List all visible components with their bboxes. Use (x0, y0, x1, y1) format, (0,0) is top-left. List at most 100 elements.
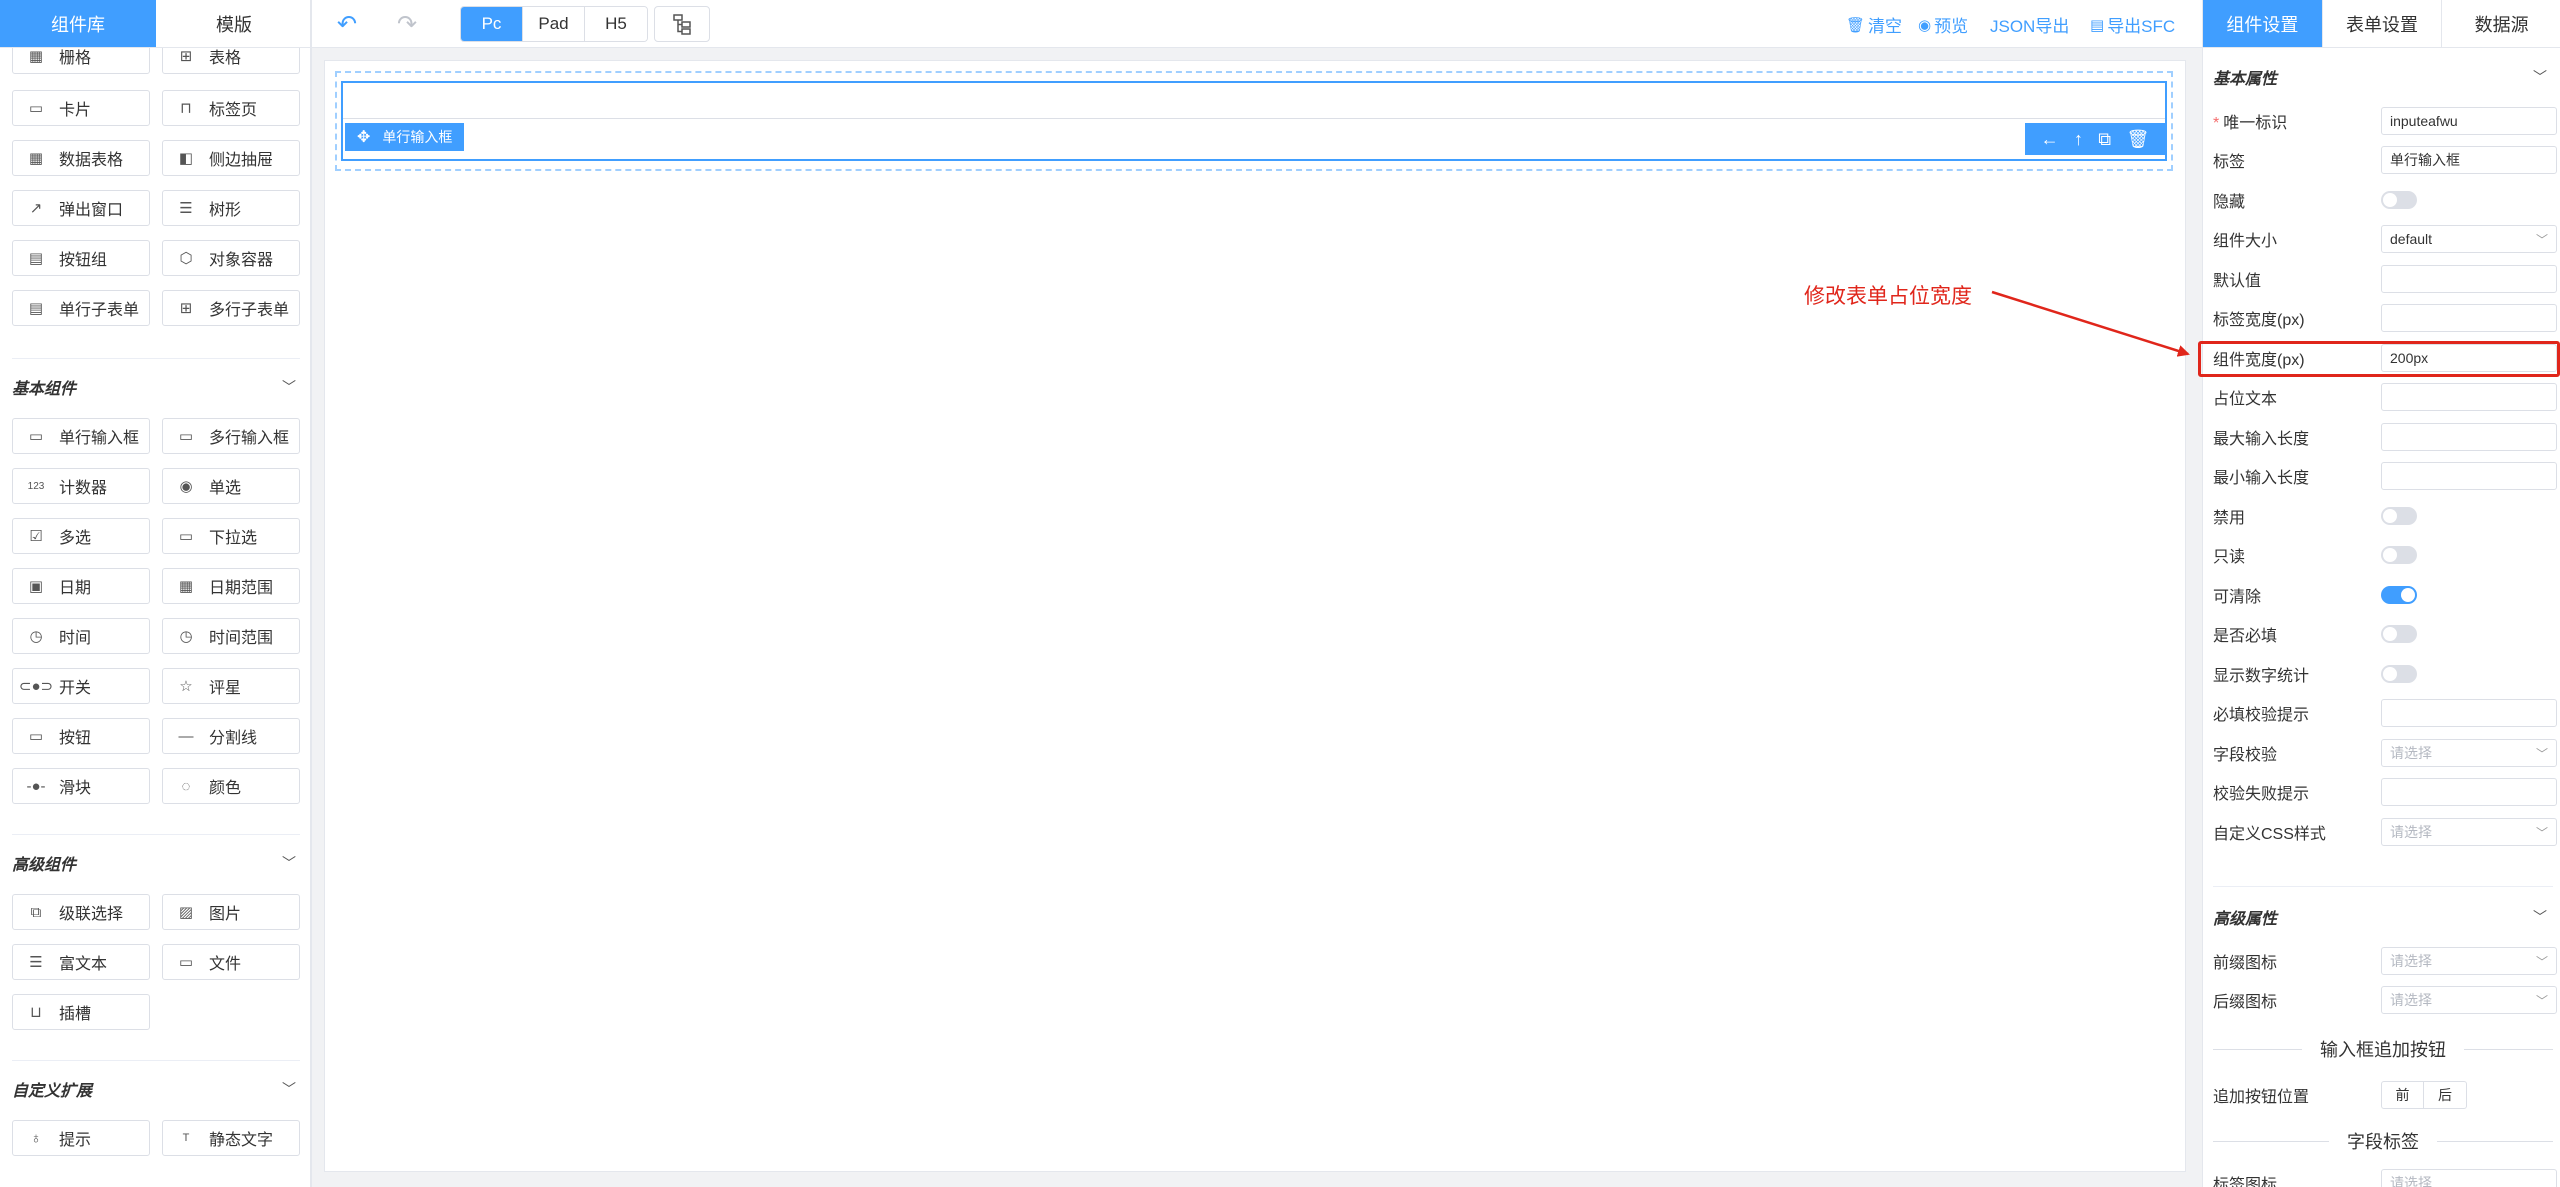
widget-dropzone[interactable]: ✥ 单行输入框 ← ↑ ⧉ 🗑 (335, 71, 2173, 171)
field-validation-select[interactable]: 请选择 ﹀ (2381, 739, 2557, 767)
comp-rate[interactable]: ☆ 评星 (162, 668, 300, 704)
group-title-custom[interactable]: 自定义扩展 ﹀ (12, 1074, 302, 1104)
comp-grid-layout[interactable]: ▦ 栅格 (12, 48, 150, 74)
append-position-back[interactable]: 后 (2424, 1082, 2466, 1108)
show-count-switch[interactable] (2381, 665, 2417, 683)
select-parent-icon[interactable]: ← (2041, 129, 2059, 150)
comp-tabs[interactable]: ⊓ 标签页 (162, 90, 300, 126)
tab-component-library[interactable]: 组件库 (0, 0, 156, 47)
clearable-switch[interactable] (2381, 586, 2417, 604)
comp-button-group[interactable]: ▤ 按钮组 (12, 240, 150, 276)
component-list[interactable]: ▦ 栅格 ⊞ 表格 ▭ 卡片 ⊓ 标签页 ▦ 数据表格 ◧ 侧边抽屉 ↗ 弹出窗口 ☰ 树形 ▤… (0, 48, 310, 1187)
comp-drawer[interactable]: ◧ 侧边抽屉 (162, 140, 300, 176)
comp-time[interactable]: ◷ 时间 (12, 618, 150, 654)
eye-icon: ◉ (1918, 16, 1932, 34)
prefix-icon-select[interactable]: 请选择 ﹀ (2381, 947, 2557, 975)
comp-slider[interactable]: -●- 滑块 (12, 768, 150, 804)
comp-slot[interactable]: ⊔ 插槽 (12, 994, 150, 1030)
comp-multi-subform[interactable]: ⊞ 多行子表单 (162, 290, 300, 326)
tab-form-settings[interactable]: 表单设置 (2323, 0, 2443, 47)
drawer-icon: ◧ (178, 150, 194, 167)
group-title-basic[interactable]: 基本组件 ﹀ (12, 372, 302, 402)
json-export-button[interactable]: JSON导出 (1990, 12, 2069, 37)
tag-icon-select[interactable]: 请选择 (2381, 1169, 2557, 1187)
size-select[interactable]: default ﹀ (2381, 225, 2557, 253)
comp-number[interactable]: 123 计数器 (12, 468, 150, 504)
comp-card[interactable]: ▭ 卡片 (12, 90, 150, 126)
required-message-input[interactable] (2381, 699, 2557, 727)
hidden-switch[interactable] (2381, 191, 2417, 209)
device-pc[interactable]: Pc (461, 7, 523, 41)
section-basic-props[interactable]: 基本属性 ﹀ (2213, 62, 2553, 92)
comp-divider[interactable]: — 分割线 (162, 718, 300, 754)
placeholder-input[interactable] (2381, 383, 2557, 411)
comp-checkbox[interactable]: ☑ 多选 (12, 518, 150, 554)
dialog-icon: ↗ (29, 200, 43, 217)
disabled-switch[interactable] (2381, 507, 2417, 525)
comp-table[interactable]: ⊞ 表格 (162, 48, 300, 74)
comp-date-range[interactable]: ▦ 日期范围 (162, 568, 300, 604)
component-tree-button[interactable] (654, 6, 710, 42)
comp-tip[interactable]: ♁ 提示 (12, 1120, 150, 1156)
comp-switch[interactable]: ⊂●⊃ 开关 (12, 668, 150, 704)
document-icon: ▤ (2090, 16, 2105, 34)
left-tabs: 组件库 模版 (0, 0, 310, 48)
data-table-icon: ▦ (28, 150, 44, 167)
undo-icon[interactable]: ↶ (332, 10, 362, 38)
custom-css-select[interactable]: 请选择 ﹀ (2381, 818, 2557, 846)
readonly-switch[interactable] (2381, 546, 2417, 564)
comp-static-text[interactable]: T 静态文字 (162, 1120, 300, 1156)
comp-time-range[interactable]: ◷ 时间范围 (162, 618, 300, 654)
max-length-input[interactable] (2381, 423, 2557, 451)
suffix-icon-select[interactable]: 请选择 ﹀ (2381, 986, 2557, 1014)
clear-button[interactable]: 🗑 清空 (1846, 12, 1902, 37)
min-length-input[interactable] (2381, 462, 2557, 490)
delete-icon[interactable]: 🗑 (2126, 129, 2149, 150)
preview-button[interactable]: ◉ 预览 (1918, 12, 1968, 37)
sfc-export-button[interactable]: ▤ 导出SFC (2090, 12, 2175, 37)
comp-radio[interactable]: ◉ 单选 (162, 468, 300, 504)
comp-file[interactable]: ▭ 文件 (162, 944, 300, 980)
copy-icon[interactable]: ⧉ (2098, 129, 2111, 150)
prop-max-length: 最大输入长度 (2213, 422, 2557, 452)
form-canvas[interactable]: ✥ 单行输入框 ← ↑ ⧉ 🗑 (324, 60, 2186, 1172)
tab-component-settings[interactable]: 组件设置 (2203, 0, 2323, 47)
prop-required: 是否必填 (2213, 619, 2553, 649)
label-input[interactable]: 单行输入框 (2381, 146, 2557, 174)
device-h5[interactable]: H5 (585, 7, 647, 41)
comp-object-container[interactable]: ⬡ 对象容器 (162, 240, 300, 276)
move-up-icon[interactable]: ↑ (2074, 129, 2083, 150)
prop-show-count: 显示数字统计 (2213, 659, 2553, 689)
selected-widget-input[interactable]: ✥ 单行输入框 ← ↑ ⧉ 🗑 (341, 81, 2167, 161)
device-pad[interactable]: Pad (523, 7, 585, 41)
chevron-down-icon: ﹀ (2533, 69, 2547, 85)
comp-image[interactable]: ▨ 图片 (162, 894, 300, 930)
group-title-advanced[interactable]: 高级组件 ﹀ (12, 848, 302, 878)
redo-icon[interactable]: ↷ (392, 10, 422, 38)
comp-input[interactable]: ▭ 单行输入框 (12, 418, 150, 454)
comp-tree[interactable]: ☰ 树形 (162, 190, 300, 226)
comp-select[interactable]: ▭ 下拉选 (162, 518, 300, 554)
section-advanced-props[interactable]: 高级属性 ﹀ (2213, 902, 2553, 932)
comp-data-table[interactable]: ▦ 数据表格 (12, 140, 150, 176)
append-position-front[interactable]: 前 (2382, 1082, 2424, 1108)
widget-input-field[interactable] (343, 83, 2165, 119)
comp-dialog[interactable]: ↗ 弹出窗口 (12, 190, 150, 226)
label-width-input[interactable] (2381, 304, 2557, 332)
tab-templates[interactable]: 模版 (156, 0, 310, 47)
comp-date[interactable]: ▣ 日期 (12, 568, 150, 604)
comp-cascader[interactable]: ⧉ 级联选择 (12, 894, 150, 930)
tab-data-source[interactable]: 数据源 (2442, 0, 2560, 47)
comp-button[interactable]: ▭ 按钮 (12, 718, 150, 754)
comp-single-subform[interactable]: ▤ 单行子表单 (12, 290, 150, 326)
annotation-text: 修改表单占位宽度 (1804, 285, 1972, 308)
default-value-input[interactable] (2381, 265, 2557, 293)
prop-field-validation: 字段校验 请选择 ﹀ (2213, 738, 2557, 768)
comp-textarea[interactable]: ▭ 多行输入框 (162, 418, 300, 454)
required-switch[interactable] (2381, 625, 2417, 643)
comp-rich-text[interactable]: ☰ 富文本 (12, 944, 150, 980)
unique-id-input[interactable]: inputeafwu (2381, 107, 2557, 135)
validation-fail-input[interactable] (2381, 778, 2557, 806)
comp-color[interactable]: ◌ 颜色 (162, 768, 300, 804)
widget-drag-handle[interactable]: ✥ 单行输入框 (345, 123, 465, 151)
